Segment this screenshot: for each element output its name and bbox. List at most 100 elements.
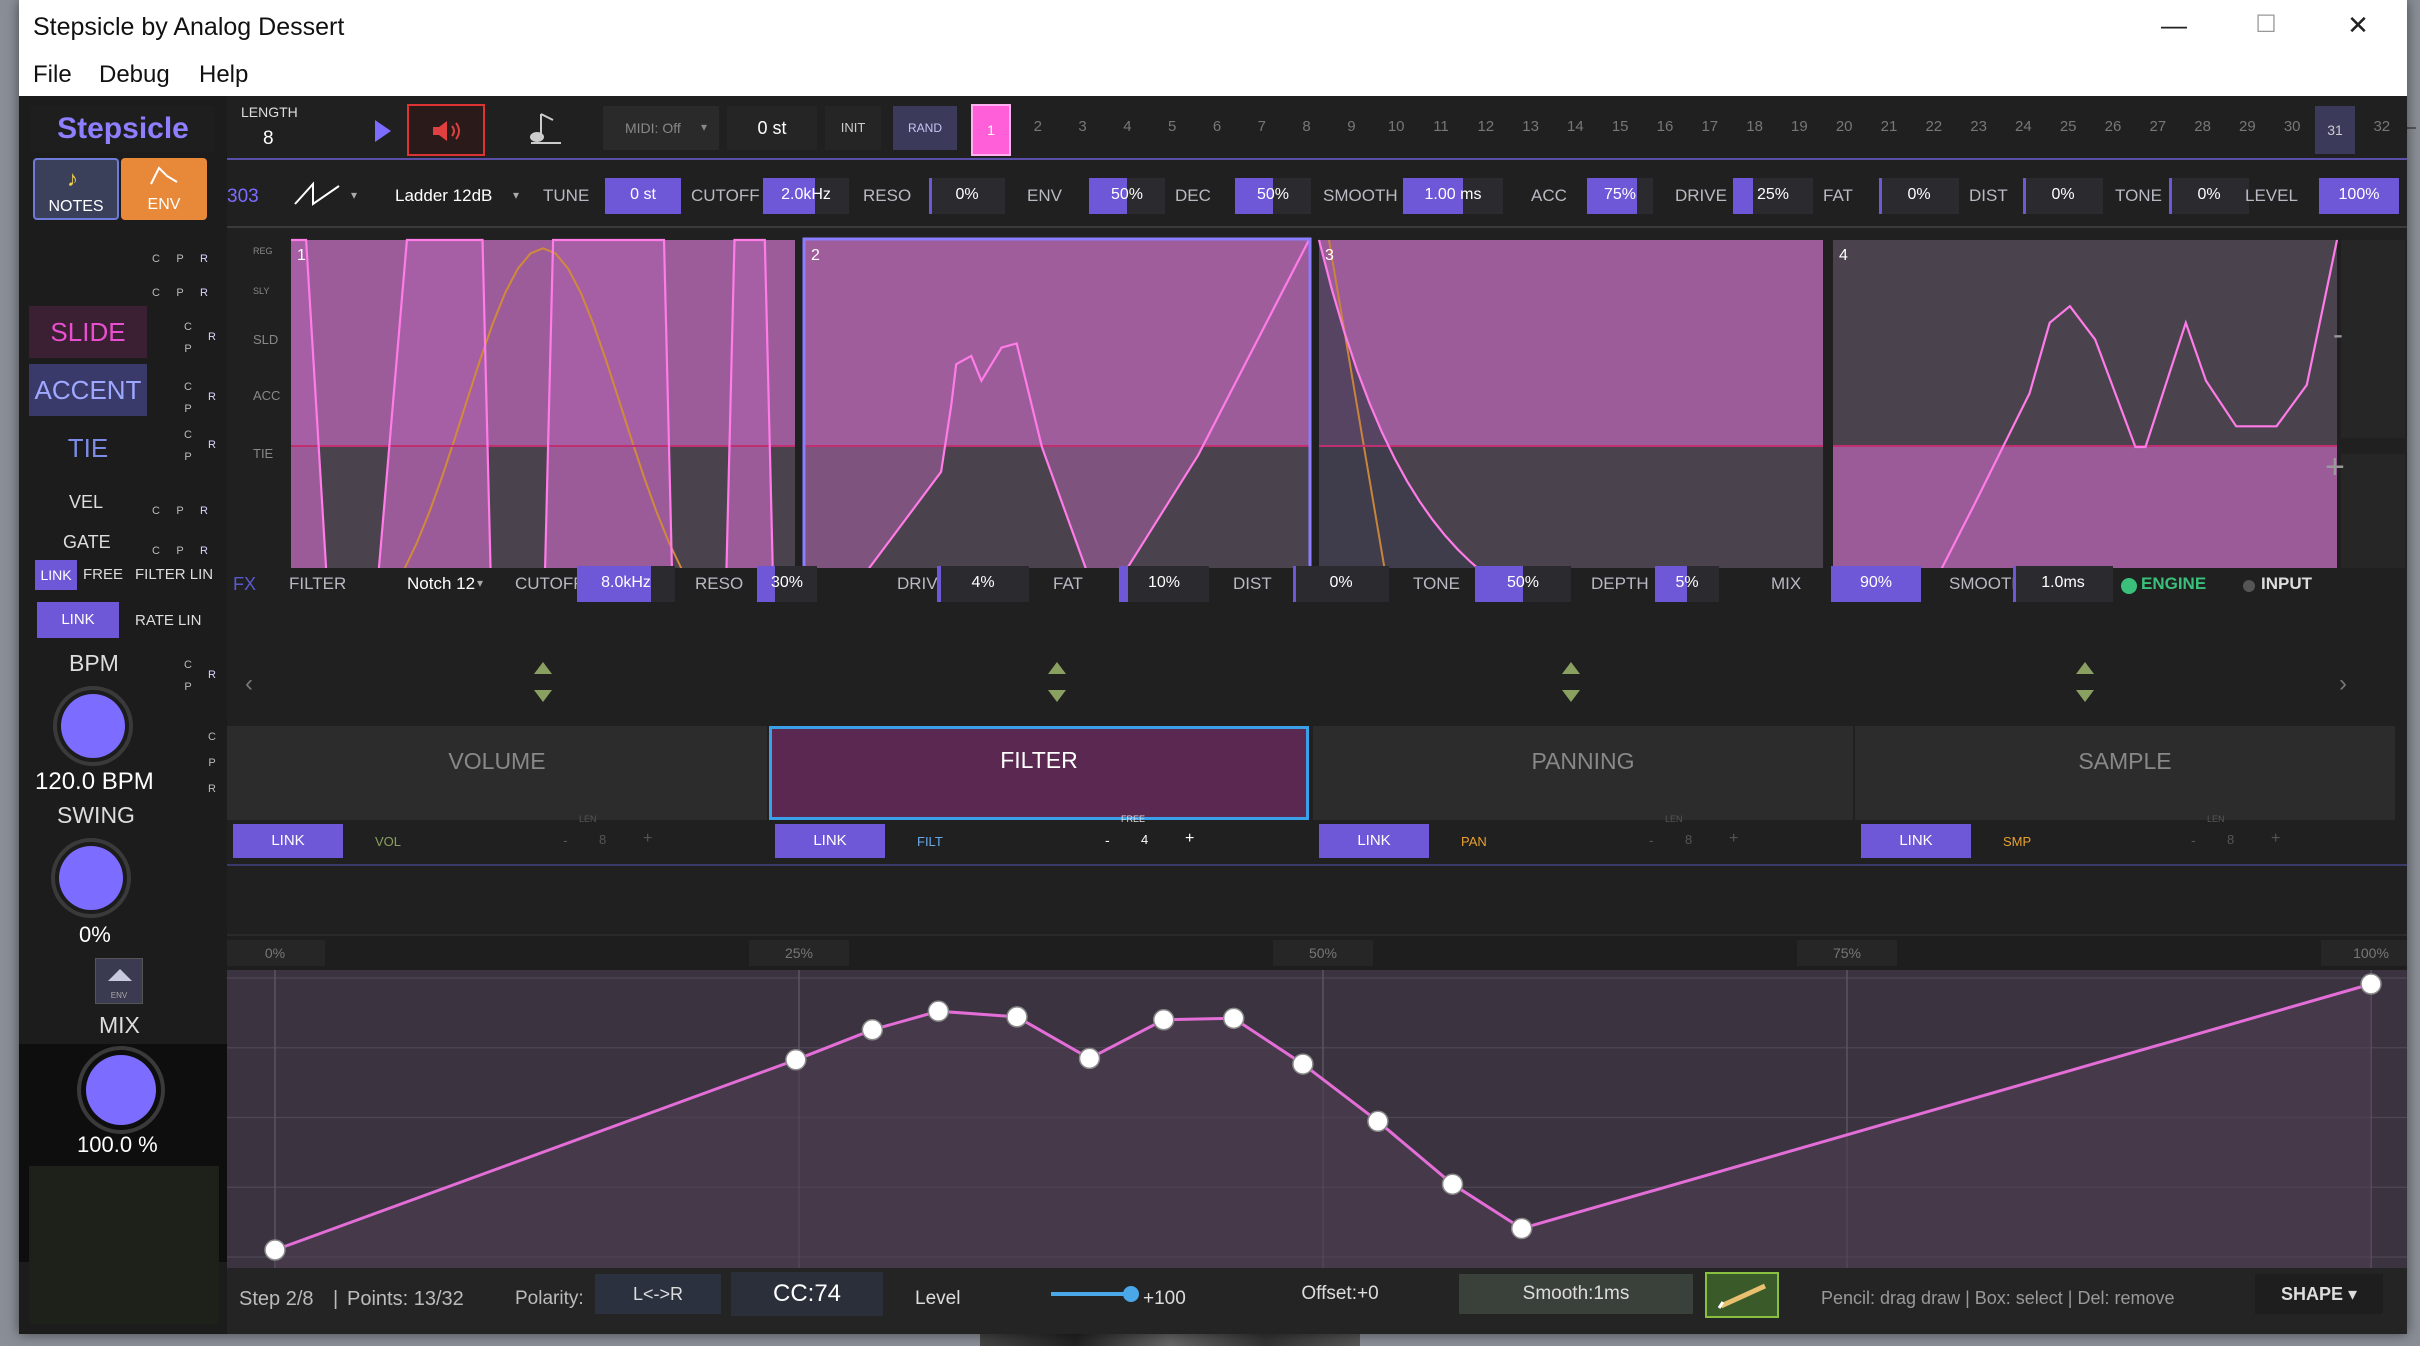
step-button[interactable]: 11: [1419, 118, 1463, 135]
step-button[interactable]: 8: [1285, 118, 1329, 135]
tab-volume[interactable]: VOLUME: [227, 726, 767, 820]
next-page-icon[interactable]: ›: [2339, 670, 2347, 698]
fx-param-slider[interactable]: 50%: [1475, 566, 1571, 602]
move-down-icon[interactable]: [1048, 690, 1066, 702]
fx-param-slider[interactable]: 1.0ms: [2013, 566, 2113, 602]
menu-debug[interactable]: Debug: [99, 61, 170, 89]
step-button[interactable]: 25: [2046, 118, 2090, 135]
fx-filter-type-dropdown[interactable]: Notch 12: [407, 574, 475, 594]
midi-dropdown[interactable]: MIDI: Off ▾: [603, 106, 719, 150]
move-up-icon[interactable]: [1562, 662, 1580, 674]
env-mode-button[interactable]: ENV: [121, 158, 207, 220]
step-button[interactable]: 30: [2270, 118, 2314, 135]
move-down-icon[interactable]: [2076, 690, 2094, 702]
play-icon[interactable]: [375, 120, 391, 142]
mute-button[interactable]: [407, 104, 485, 156]
env-point[interactable]: [1078, 1047, 1101, 1070]
step-button[interactable]: 18: [1733, 118, 1777, 135]
cpr-r-button[interactable]: R: [195, 250, 213, 268]
tab-increment-button[interactable]: +: [1185, 830, 1194, 848]
tab-increment-button[interactable]: +: [2271, 830, 2280, 848]
step-button[interactable]: 10: [1374, 118, 1418, 135]
transpose-value[interactable]: 0 st: [727, 106, 817, 150]
tab-filter[interactable]: FILTER: [769, 726, 1309, 820]
env-point[interactable]: [1510, 1217, 1533, 1240]
step-button[interactable]: 14: [1553, 118, 1597, 135]
tab-increment-button[interactable]: +: [1729, 830, 1738, 848]
env-point[interactable]: [1006, 1006, 1028, 1028]
cpr-c-button[interactable]: C: [147, 502, 165, 520]
tab-link-button[interactable]: LINK: [775, 824, 885, 858]
cpr-r-button[interactable]: R: [203, 328, 221, 346]
filter-type-dropdown[interactable]: Ladder 12dB: [395, 186, 492, 206]
rate-lin-toggle[interactable]: RATE LIN: [135, 612, 201, 629]
step-button[interactable]: 13: [1509, 118, 1553, 135]
rand-button[interactable]: RAND: [893, 106, 957, 150]
slide-button[interactable]: SLIDE: [29, 306, 147, 358]
saw-wave-icon[interactable]: [289, 176, 349, 212]
tab-panning[interactable]: PANNING: [1313, 726, 1853, 820]
step-button[interactable]: 20: [1822, 118, 1866, 135]
input-toggle[interactable]: INPUT: [2261, 574, 2312, 594]
tab-sample[interactable]: SAMPLE: [1855, 726, 2395, 820]
move-down-icon[interactable]: [534, 690, 552, 702]
fx-param-slider[interactable]: 10%: [1119, 566, 1209, 602]
tie-button[interactable]: TIE: [29, 422, 147, 474]
step-button[interactable]: 24: [2001, 118, 2045, 135]
step-button[interactable]: 32: [2360, 118, 2404, 135]
maximize-button[interactable]: ☐: [2236, 10, 2296, 44]
step-button[interactable]: 27: [2136, 118, 2180, 135]
cpr-c-button[interactable]: C: [147, 284, 165, 302]
link-toggle-button[interactable]: LINK: [35, 560, 77, 590]
step-button[interactable]: 5: [1150, 118, 1194, 135]
step-button[interactable]: 2: [1016, 118, 1060, 135]
step-panel[interactable]: 3: [1317, 239, 1823, 568]
step-button[interactable]: 23: [1957, 118, 2001, 135]
synth-param-slider[interactable]: 50%: [1089, 178, 1165, 214]
notes-mode-button[interactable]: ♪ NOTES: [33, 158, 119, 220]
rate-link-button[interactable]: LINK: [37, 602, 119, 638]
synth-param-slider[interactable]: 2.0kHz: [763, 178, 849, 214]
cpr-p-button[interactable]: P: [171, 542, 189, 560]
env-up-button[interactable]: ENV: [95, 958, 143, 1004]
swing-knob[interactable]: [51, 838, 131, 918]
env-point[interactable]: [861, 1019, 884, 1041]
fx-param-slider[interactable]: 0%: [1293, 566, 1389, 602]
cpr-r-button[interactable]: R: [203, 388, 221, 406]
step-button[interactable]: 4: [1105, 118, 1149, 135]
menu-file[interactable]: File: [33, 61, 72, 89]
smooth-control[interactable]: Smooth:1ms: [1459, 1274, 1693, 1314]
tab-decrement-button[interactable]: -: [1649, 832, 1654, 848]
add-step-button[interactable]: +: [2325, 448, 2345, 487]
pencil-tool-button[interactable]: [1705, 1272, 1779, 1318]
cc-number[interactable]: CC:74: [731, 1272, 883, 1316]
fx-param-slider[interactable]: 90%: [1831, 566, 1921, 602]
move-up-icon[interactable]: [2076, 662, 2094, 674]
synth-param-slider[interactable]: 0%: [929, 178, 1005, 214]
step-button[interactable]: 1: [971, 104, 1011, 156]
env-point[interactable]: [1292, 1053, 1314, 1075]
synth-param-slider[interactable]: 0%: [2169, 178, 2249, 214]
move-down-icon[interactable]: [1562, 690, 1580, 702]
step-button[interactable]: 9: [1329, 118, 1373, 135]
cpr-p-button[interactable]: P: [179, 340, 197, 358]
step-button[interactable]: 3: [1061, 118, 1105, 135]
env-point[interactable]: [785, 1049, 807, 1071]
step-button[interactable]: 15: [1598, 118, 1642, 135]
tab-link-button[interactable]: LINK: [1861, 824, 1971, 858]
menu-help[interactable]: Help: [199, 61, 248, 89]
env-point[interactable]: [1441, 1173, 1464, 1195]
cpr-c-button[interactable]: C: [203, 728, 221, 746]
env-point[interactable]: [1367, 1110, 1389, 1133]
free-toggle[interactable]: FREE: [83, 566, 123, 583]
cpr-r-button[interactable]: R: [203, 666, 221, 684]
remove-step-button[interactable]: -: [2333, 318, 2343, 352]
tab-increment-button[interactable]: +: [643, 830, 652, 848]
cpr-r-button[interactable]: R: [203, 436, 221, 454]
level-slider-handle[interactable]: [1123, 1286, 1139, 1302]
env-point[interactable]: [1152, 1009, 1175, 1031]
step-button[interactable]: 6: [1195, 118, 1239, 135]
cpr-r-button[interactable]: R: [203, 780, 221, 798]
cpr-c-button[interactable]: C: [179, 318, 197, 336]
step-button[interactable]: 16: [1643, 118, 1687, 135]
